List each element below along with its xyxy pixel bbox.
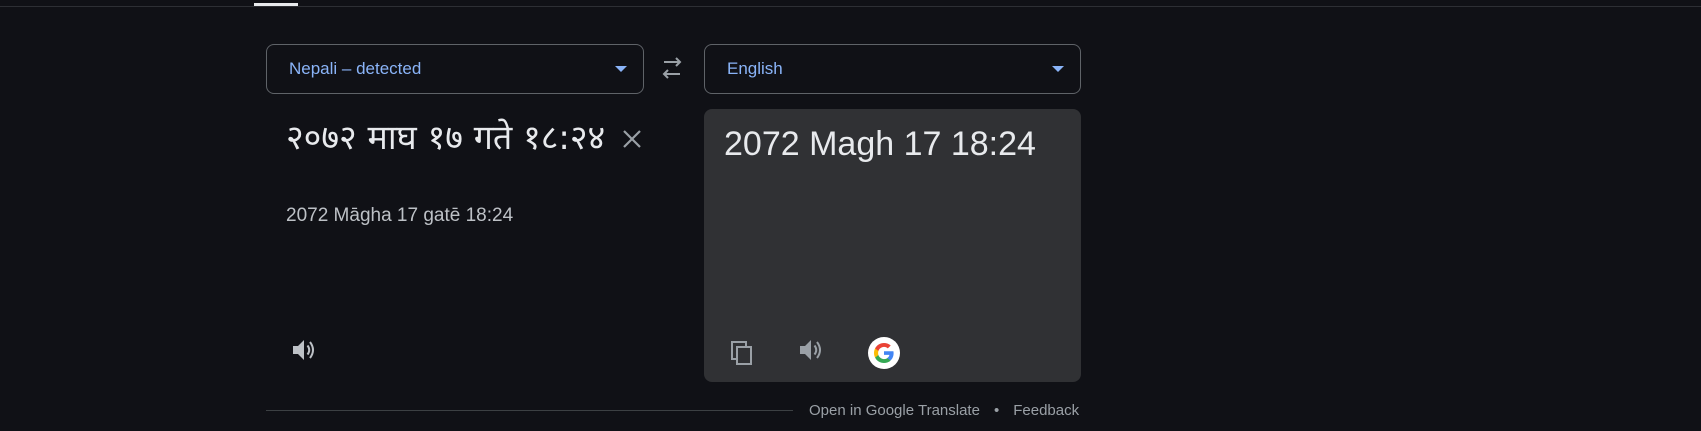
listen-source-button[interactable] xyxy=(289,335,319,365)
footer-divider xyxy=(266,410,793,411)
translate-widget: Nepali – detected English २०७२ माघ १७ गत… xyxy=(0,0,1701,431)
source-text-input[interactable]: २०७२ माघ १७ गते १८:२४ xyxy=(286,118,616,158)
caret-down-icon xyxy=(1052,66,1064,72)
swap-arrows-icon xyxy=(662,57,682,79)
listen-translation-button[interactable] xyxy=(796,335,826,365)
google-logo-icon xyxy=(874,343,894,363)
source-language-label: Nepali – detected xyxy=(289,59,422,78)
speaker-icon xyxy=(800,340,821,360)
swap-languages-button[interactable] xyxy=(655,54,689,84)
source-transliteration: 2072 Māgha 17 gatē 18:24 xyxy=(286,205,514,226)
translation-panel: 2072 Magh 17 18:24 xyxy=(704,109,1081,382)
google-search-button[interactable] xyxy=(868,337,900,369)
open-in-google-translate-link[interactable]: Open in Google Translate xyxy=(809,402,980,419)
feedback-link[interactable]: Feedback xyxy=(1013,402,1079,419)
copy-icon xyxy=(731,341,752,365)
speaker-icon xyxy=(293,340,314,360)
translation-output: 2072 Magh 17 18:24 xyxy=(724,125,1036,163)
target-language-label: English xyxy=(727,59,783,78)
active-tab-indicator xyxy=(254,3,298,6)
caret-down-icon xyxy=(615,66,627,72)
close-icon xyxy=(623,130,641,148)
copy-translation-button[interactable] xyxy=(728,339,756,367)
target-language-select[interactable]: English xyxy=(704,44,1081,94)
source-language-select[interactable]: Nepali – detected xyxy=(266,44,644,94)
clear-source-button[interactable] xyxy=(619,126,645,152)
top-divider xyxy=(0,6,1701,7)
footer: Open in Google Translate • Feedback xyxy=(809,402,1079,419)
footer-separator: • xyxy=(993,402,1000,419)
